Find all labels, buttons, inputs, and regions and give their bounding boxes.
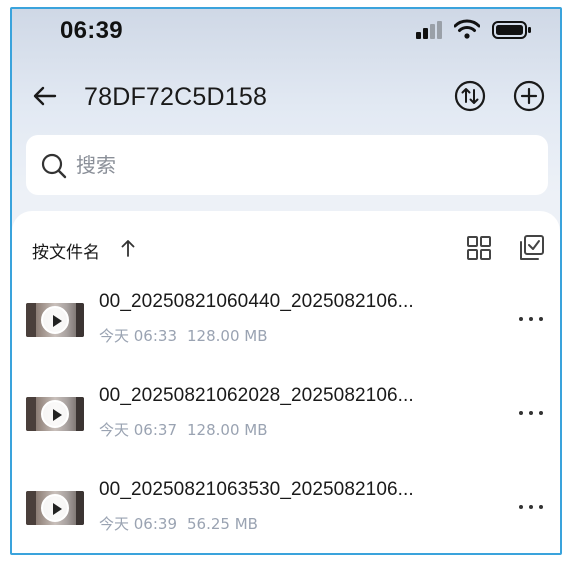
file-meta: 今天 06:37 128.00 MB [99,419,278,440]
grid-view-icon[interactable] [464,233,494,263]
battery-icon [492,21,531,39]
play-icon [41,306,69,334]
app-frame: 06:39 78DF72C5D158 搜索 按文件名 00_2025082106… [10,7,562,555]
top-app-bar: 78DF72C5D158 [12,75,560,119]
more-options-icon[interactable] [516,309,546,329]
status-bar: 06:39 [12,9,560,53]
file-date: 今天 06:33 [99,327,177,345]
file-name: 00_20250821063530_2025082106... [99,479,414,500]
file-size: 56.25 MB [187,515,258,533]
search-input[interactable] [76,146,516,184]
file-row[interactable]: 00_20250821062028_2025082106... 今天 06:37… [12,381,560,475]
video-thumbnail [26,491,84,525]
cellular-signal-icon [416,21,444,39]
video-thumbnail [26,303,84,337]
play-icon [41,494,69,522]
wifi-icon [454,19,480,39]
file-meta: 今天 06:33 128.00 MB [99,325,278,346]
file-date: 今天 06:37 [99,421,177,439]
file-size: 128.00 MB [187,421,268,439]
arrow-left-icon[interactable] [30,81,60,111]
video-thumbnail [26,397,84,431]
arrow-up-icon[interactable] [119,238,137,258]
file-meta: 今天 06:39 56.25 MB [99,513,268,534]
search-icon [41,153,67,179]
play-icon [41,400,69,428]
file-row[interactable]: 00_20250821060440_2025082106... 今天 06:33… [12,287,560,381]
sort-by-name-button[interactable]: 按文件名 [32,238,100,263]
status-time: 06:39 [60,17,123,44]
more-options-icon[interactable] [516,497,546,517]
file-date: 今天 06:39 [99,515,177,533]
file-name: 00_20250821060440_2025082106... [99,291,414,312]
page-title: 78DF72C5D158 [84,83,268,111]
file-row[interactable]: 00_20250821063530_2025082106... 今天 06:39… [12,475,560,553]
add-circle-icon[interactable] [512,79,546,113]
more-options-icon[interactable] [516,403,546,423]
multi-select-icon[interactable] [516,233,546,263]
file-list: 00_20250821060440_2025082106... 今天 06:33… [12,287,560,553]
search-bar[interactable] [26,135,548,195]
file-name: 00_20250821062028_2025082106... [99,385,414,406]
sort-toolbar: 按文件名 [12,211,560,281]
file-panel: 按文件名 00_20250821060440_2025082106... 今天 … [12,211,560,553]
file-size: 128.00 MB [187,327,268,345]
transfer-icon[interactable] [453,79,487,113]
